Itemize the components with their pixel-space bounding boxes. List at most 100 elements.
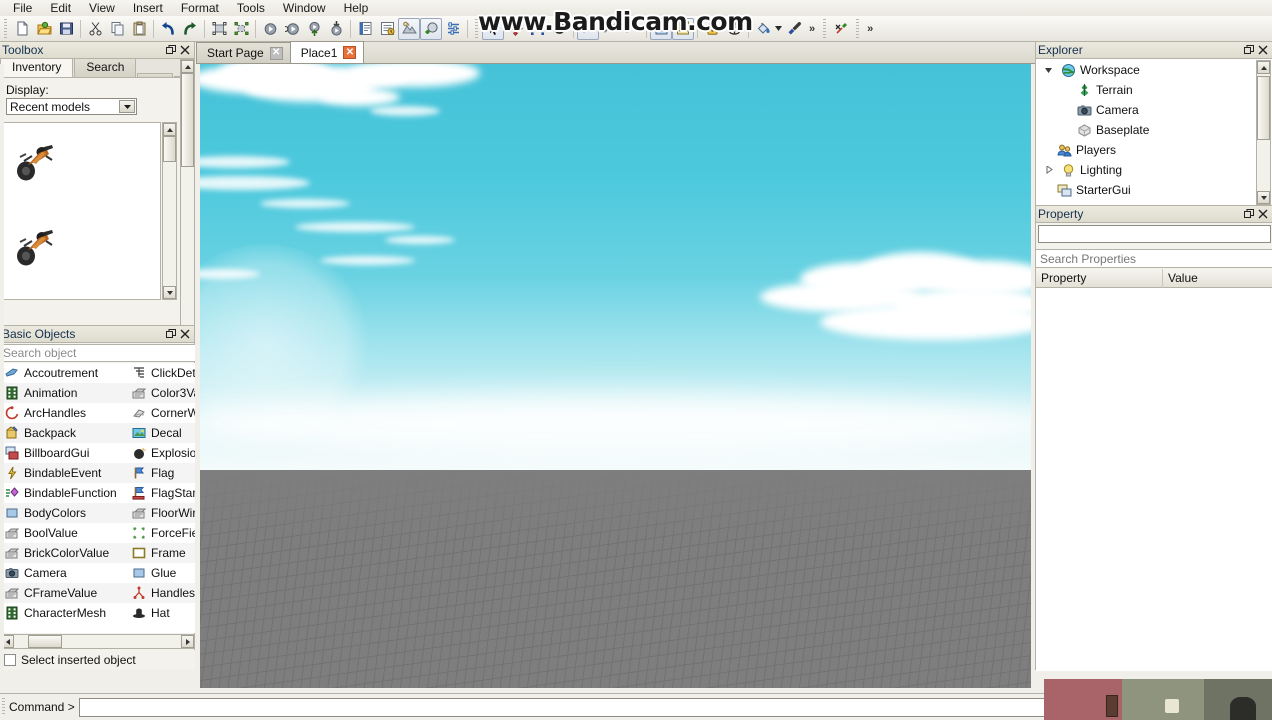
save-icon[interactable] <box>55 18 77 40</box>
explorer-scroll-thumb[interactable] <box>1257 76 1270 140</box>
tree-node-terrain[interactable]: Terrain <box>1036 80 1256 100</box>
new-file-icon[interactable] <box>11 18 33 40</box>
select-arrow-icon[interactable] <box>482 17 504 40</box>
tree-node-baseplate[interactable]: Baseplate <box>1036 120 1256 140</box>
outer-scroll-thumb[interactable] <box>181 73 194 167</box>
list-item[interactable]: Glue <box>127 563 195 583</box>
cut-icon[interactable] <box>84 18 106 40</box>
models-scroll-track[interactable] <box>163 136 176 286</box>
list-item[interactable]: Hat <box>127 603 195 623</box>
list-item[interactable]: CornerW <box>127 403 195 423</box>
hscroll-track[interactable] <box>14 635 181 648</box>
menu-item-format[interactable]: Format <box>172 0 228 16</box>
select-inserted-checkbox[interactable] <box>4 654 16 666</box>
restore-icon[interactable] <box>1242 207 1256 221</box>
list-item[interactable]: Frame <box>127 543 195 563</box>
lock-icon[interactable] <box>701 18 723 40</box>
list-item[interactable]: FlagStan <box>127 483 195 503</box>
list-item[interactable]: ArcHandles <box>0 403 127 423</box>
list-item[interactable]: Animation <box>0 383 127 403</box>
chevron-down-icon[interactable] <box>774 18 783 40</box>
paste-icon[interactable] <box>128 18 150 40</box>
close-icon[interactable] <box>178 43 192 57</box>
list-item[interactable]: BindableEvent <box>0 463 127 483</box>
scroll-up-icon[interactable] <box>1257 61 1270 74</box>
restore-icon[interactable] <box>164 43 178 57</box>
property-object-selector[interactable] <box>1038 225 1271 243</box>
menu-item-window[interactable]: Window <box>274 0 335 16</box>
toolbar-grip-2[interactable] <box>473 18 480 39</box>
toolbar-grip-4[interactable] <box>854 18 862 39</box>
list-item[interactable]: ClickDete <box>127 363 195 383</box>
basic-objects-list[interactable]: Accoutrement Animation ArcHandles Backpa… <box>0 363 195 633</box>
tab-inventory[interactable]: Inventory <box>0 58 74 77</box>
select-inserted-object-row[interactable]: Select inserted object <box>0 650 195 670</box>
list-item[interactable]: Explosior <box>127 443 195 463</box>
toolbar-grip-1[interactable] <box>2 18 9 39</box>
rotate-icon[interactable] <box>548 18 570 40</box>
motorcycle-thumbnail-1[interactable] <box>12 138 58 184</box>
redo-icon[interactable] <box>179 18 201 40</box>
chevron-right-icon[interactable] <box>1042 163 1056 177</box>
chevron-down-icon[interactable] <box>1042 63 1056 77</box>
script-icon[interactable] <box>354 18 376 40</box>
list-item[interactable]: Decal <box>127 423 195 443</box>
explorer-tree[interactable]: Workspace Terrain Camera Baseplate Playe… <box>1036 60 1256 205</box>
close-icon[interactable]: ✕ <box>269 46 283 60</box>
close-icon[interactable] <box>1256 43 1270 57</box>
snap-one-icon[interactable]: 1 <box>577 17 599 40</box>
tree-node-camera[interactable]: Camera <box>1036 100 1256 120</box>
list-item[interactable]: Accoutrement <box>0 363 127 383</box>
list-item[interactable]: Flag <box>127 463 195 483</box>
outer-scroll-track[interactable] <box>181 73 194 327</box>
list-item[interactable]: ForceFiel <box>127 523 195 543</box>
tab-place1[interactable]: Place1 ✕ <box>289 41 365 63</box>
scroll-up-icon[interactable] <box>181 60 194 73</box>
list-item[interactable]: CharacterMesh <box>0 603 127 623</box>
toolbox-models-scrollbar[interactable] <box>162 122 177 300</box>
list-item[interactable]: Backpack <box>0 423 127 443</box>
collision-icon[interactable] <box>650 17 672 40</box>
list-item[interactable]: BrickColorValue <box>0 543 127 563</box>
list-item[interactable]: BillboardGui <box>0 443 127 463</box>
list-item[interactable]: Color3Va <box>127 383 195 403</box>
tree-node-lighting[interactable]: Lighting <box>1036 160 1256 180</box>
tree-node-startergui[interactable]: StarterGui <box>1036 180 1256 200</box>
restore-icon[interactable] <box>164 327 178 341</box>
toolbar-overflow-1[interactable]: » <box>805 23 819 35</box>
menu-item-tools[interactable]: Tools <box>228 0 274 16</box>
menu-item-insert[interactable]: Insert <box>124 0 172 16</box>
list-item[interactable]: Camera <box>0 563 127 583</box>
search-object-input[interactable]: Search object <box>0 344 195 362</box>
start-server-icon[interactable] <box>303 18 325 40</box>
motorcycle-thumbnail-2[interactable] <box>12 223 58 269</box>
menu-item-edit[interactable]: Edit <box>41 0 80 16</box>
models-scroll-thumb[interactable] <box>163 136 176 162</box>
snap-off-icon[interactable] <box>621 18 643 40</box>
settings-list-icon[interactable] <box>442 18 464 40</box>
paint-bucket-icon[interactable] <box>752 18 774 40</box>
list-item[interactable]: FloorWir <box>127 503 195 523</box>
plugin-icon[interactable] <box>830 18 852 40</box>
snap-fifth-icon[interactable]: ⅕ <box>599 18 621 40</box>
menu-item-file[interactable]: File <box>4 0 41 16</box>
script-log-icon[interactable] <box>376 18 398 40</box>
explorer-scroll-track[interactable] <box>1257 74 1270 191</box>
list-item[interactable]: BoolValue <box>0 523 127 543</box>
scroll-right-icon[interactable] <box>181 635 194 648</box>
tab-search[interactable]: Search <box>74 58 137 77</box>
join-surfaces-icon[interactable] <box>672 17 694 40</box>
group-icon[interactable] <box>208 18 230 40</box>
ungroup-icon[interactable] <box>230 18 252 40</box>
property-column-header[interactable]: Property <box>1036 268 1163 288</box>
move-icon[interactable] <box>504 18 526 40</box>
display-dropdown[interactable]: Recent models <box>6 98 137 115</box>
value-column-header[interactable]: Value <box>1163 271 1272 285</box>
baseplate[interactable] <box>200 470 1031 688</box>
list-item[interactable]: CFrameValue <box>0 583 127 603</box>
close-icon[interactable] <box>1256 207 1270 221</box>
menu-item-help[interactable]: Help <box>335 0 378 16</box>
color-picker-icon[interactable] <box>783 18 805 40</box>
list-item[interactable]: BindableFunction <box>0 483 127 503</box>
restore-icon[interactable] <box>1242 43 1256 57</box>
